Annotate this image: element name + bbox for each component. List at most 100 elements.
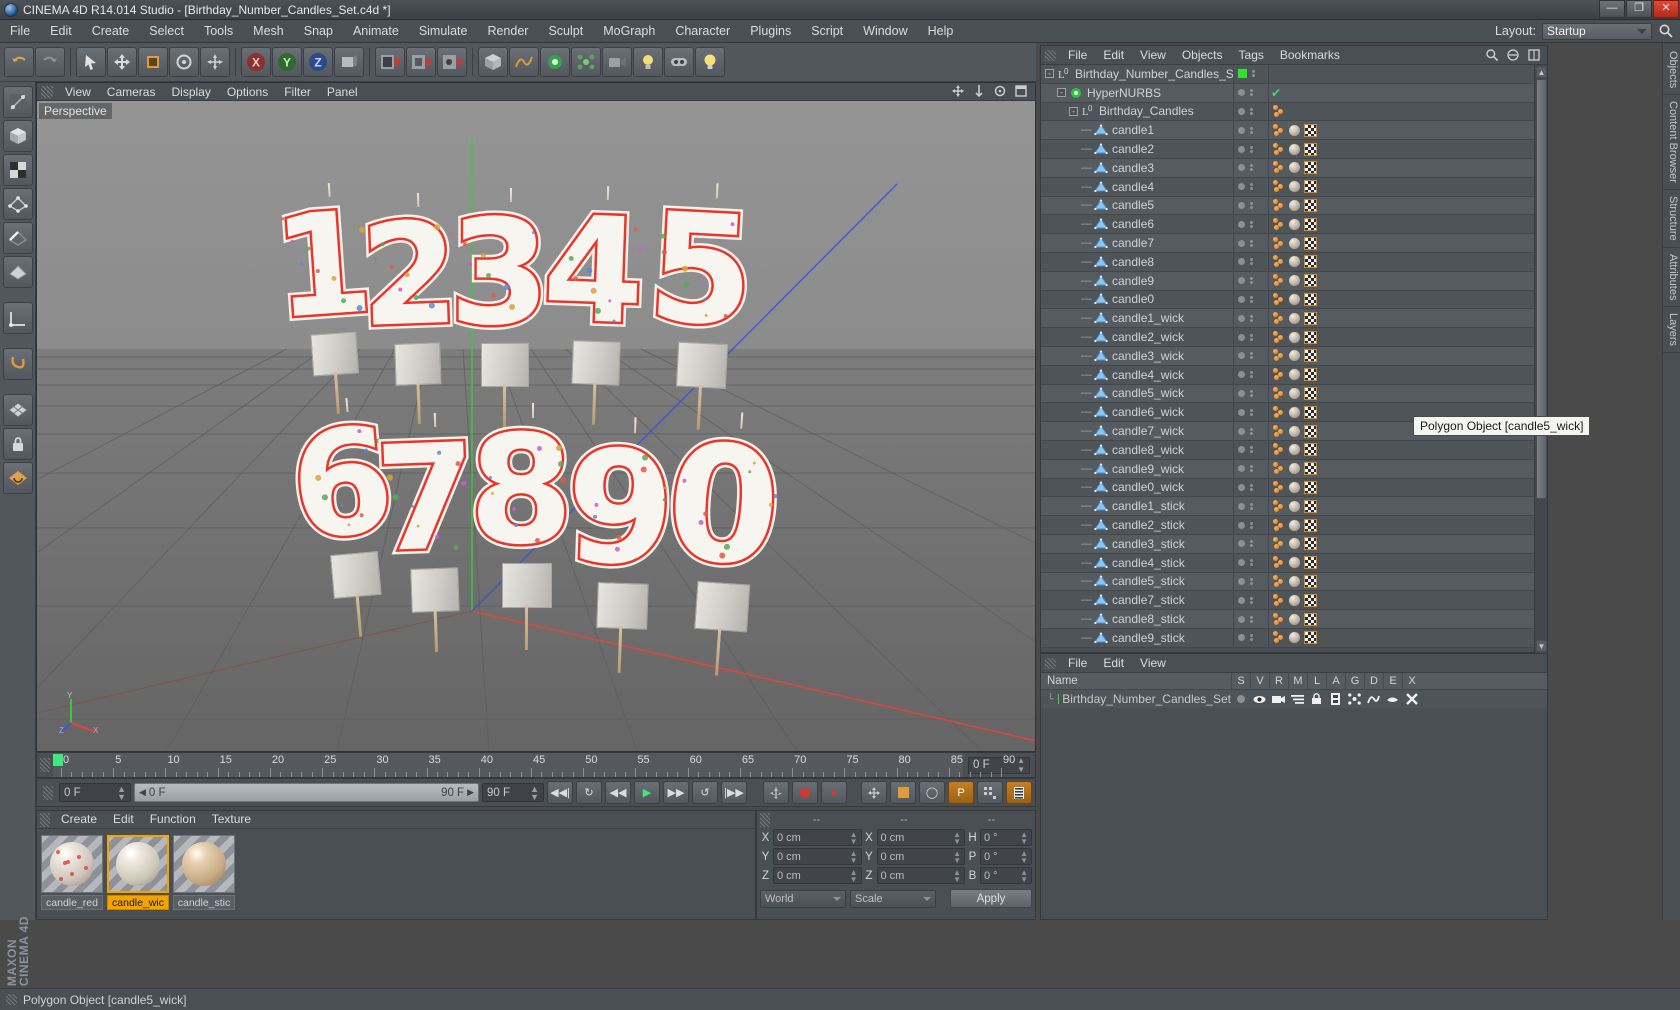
coordinate-system-select[interactable]: World: [760, 889, 846, 908]
visibility-dot-icon[interactable]: [1238, 220, 1245, 228]
phong-tag-icon[interactable]: [1273, 462, 1285, 475]
scroll-up-arrow-icon[interactable]: ▲: [1536, 66, 1547, 78]
object-tags-cell[interactable]: [1269, 178, 1317, 196]
layout-select[interactable]: Startup: [1542, 22, 1652, 40]
visibility-dots-cell[interactable]: [1233, 384, 1269, 403]
object-name-cell[interactable]: — candle4: [1041, 180, 1233, 194]
close-button[interactable]: ✕: [1653, 0, 1679, 18]
uvw-tag-icon[interactable]: [1304, 161, 1317, 175]
editor-render-visibility-dots-icon[interactable]: [1250, 220, 1253, 228]
visibility-dots-cell[interactable]: [1233, 140, 1269, 158]
object-tags-cell[interactable]: [1269, 573, 1317, 591]
stepper-icon[interactable]: ▲ ▼: [117, 784, 126, 801]
object-name-cell[interactable]: — candle7_stick: [1041, 593, 1233, 607]
object-tags-cell[interactable]: [1269, 441, 1317, 459]
point-level-animation-button[interactable]: [977, 781, 1003, 804]
stepper-icon[interactable]: ▲ ▼: [953, 849, 961, 864]
material-name[interactable]: candle_red: [41, 895, 103, 910]
object-name-cell[interactable]: — candle7: [1041, 236, 1233, 250]
editor-render-visibility-dots-icon[interactable]: [1250, 408, 1253, 416]
material-name[interactable]: candle_wic: [107, 895, 169, 910]
expand-collapse-icon[interactable]: -: [1069, 106, 1078, 116]
add-environment-button[interactable]: [664, 47, 694, 77]
solo-icon[interactable]: [1231, 695, 1250, 703]
stepper-icon[interactable]: ▲ ▼: [850, 849, 858, 864]
animation-icon[interactable]: [1326, 693, 1345, 705]
visibility-dot-icon[interactable]: [1238, 126, 1245, 134]
uvw-tag-icon[interactable]: [1304, 311, 1317, 325]
material-tag-icon[interactable]: [1288, 236, 1301, 250]
uvw-tag-icon[interactable]: [1304, 593, 1317, 607]
visibility-dots-cell[interactable]: [1233, 610, 1269, 628]
visibility-dot-icon[interactable]: [1238, 145, 1245, 153]
dock-tab-attributes[interactable]: Attributes: [1663, 248, 1680, 308]
make-editable-button[interactable]: [2, 86, 33, 118]
visibility-dot-icon[interactable]: [1238, 333, 1245, 341]
minimize-button[interactable]: —: [1599, 0, 1625, 18]
move-axis-button[interactable]: [200, 47, 230, 77]
editor-render-visibility-dots-icon[interactable]: [1250, 540, 1253, 548]
editor-render-visibility-dots-icon[interactable]: [1250, 371, 1253, 379]
viewport-maximize-icon[interactable]: [1014, 84, 1030, 100]
phong-tag-icon[interactable]: [1273, 255, 1285, 268]
object-tags-cell[interactable]: [1269, 253, 1317, 271]
editor-render-visibility-dots-icon[interactable]: [1250, 615, 1253, 623]
object-manager-menu-tags[interactable]: Tags: [1231, 46, 1272, 65]
viewport-rotate-icon[interactable]: [993, 84, 1009, 100]
phong-tag-icon[interactable]: [1273, 180, 1285, 193]
timeline-current-frame[interactable]: 0 F ▲ ▼: [968, 756, 1030, 774]
add-spline-button[interactable]: [509, 47, 539, 77]
stepper-icon[interactable]: ▲ ▼: [850, 868, 858, 883]
menu-item-tools[interactable]: Tools: [194, 20, 243, 42]
visibility-dots-cell[interactable]: [1233, 271, 1269, 290]
layer-column-header[interactable]: E: [1383, 672, 1402, 690]
object-tags-cell[interactable]: [1269, 497, 1317, 515]
lock-x-axis-button[interactable]: X: [241, 47, 271, 77]
material-tag-icon[interactable]: [1288, 480, 1301, 494]
visibility-dots-cell[interactable]: [1233, 290, 1269, 309]
menu-item-plugins[interactable]: Plugins: [740, 20, 801, 42]
object-tags-cell[interactable]: [1269, 272, 1317, 290]
object-name-cell[interactable]: — candle2: [1041, 142, 1233, 156]
visibility-dots-cell[interactable]: [1233, 572, 1269, 591]
object-row[interactable]: — candle2: [1041, 140, 1547, 159]
uvw-tag-icon[interactable]: [1304, 217, 1317, 231]
candle-object-0[interactable]: 000: [656, 403, 801, 676]
object-tags-cell[interactable]: [1269, 610, 1317, 628]
editor-render-visibility-dots-icon[interactable]: [1250, 107, 1253, 115]
point-mode-button[interactable]: [2, 188, 33, 220]
menu-item-render[interactable]: Render: [477, 20, 538, 42]
phong-tag-icon[interactable]: [1273, 104, 1285, 118]
object-manager-menu-bookmarks[interactable]: Bookmarks: [1272, 46, 1348, 65]
undo-button[interactable]: [4, 47, 34, 77]
uvw-tag-icon[interactable]: [1304, 480, 1317, 494]
expression-icon[interactable]: [1383, 694, 1402, 705]
uvw-tag-icon[interactable]: [1304, 292, 1317, 306]
frame-range-end-field[interactable]: 90 F ▲ ▼: [482, 783, 544, 802]
object-row[interactable]: — candle2_wick: [1041, 328, 1547, 347]
material-tag-icon[interactable]: [1288, 349, 1301, 363]
phong-tag-icon[interactable]: [1273, 537, 1285, 550]
panel-grip-icon[interactable]: [6, 994, 17, 1005]
frame-scrub-field[interactable]: ◀ 0 F 90 F ▶: [134, 783, 479, 802]
visibility-dot-icon[interactable]: [1238, 389, 1245, 397]
object-tags-cell[interactable]: [1269, 460, 1317, 478]
visibility-eye-icon[interactable]: [1250, 694, 1269, 705]
layer-row[interactable]: └ Birthday_Number_Candles_Set: [1041, 690, 1547, 708]
stepper-icon[interactable]: ▲ ▼: [1020, 868, 1028, 883]
phong-tag-icon[interactable]: [1273, 198, 1285, 212]
layout-menu-icon[interactable]: [1527, 48, 1543, 64]
editor-render-visibility-dots-icon[interactable]: [1250, 634, 1253, 642]
object-row[interactable]: — candle3: [1041, 158, 1547, 178]
menu-item-select[interactable]: Select: [139, 20, 194, 42]
editor-render-visibility-dots-icon[interactable]: [1250, 183, 1253, 191]
visibility-dot-icon[interactable]: [1238, 634, 1245, 642]
visibility-dot-icon[interactable]: [1238, 295, 1245, 303]
timeline-ruler[interactable]: 0 5 10 15 20 25 30 35 40 45 50 55 60 65 70 75 80 85 90: [53, 753, 1015, 777]
stepper-icon[interactable]: ▲ ▼: [953, 830, 961, 845]
hint-bulb-icon[interactable]: [695, 47, 725, 77]
scale-tool-button[interactable]: [138, 47, 168, 77]
axis-mode-button[interactable]: [2, 302, 33, 334]
menu-item-animate[interactable]: Animate: [343, 20, 409, 42]
maximize-button[interactable]: ❐: [1626, 0, 1652, 18]
